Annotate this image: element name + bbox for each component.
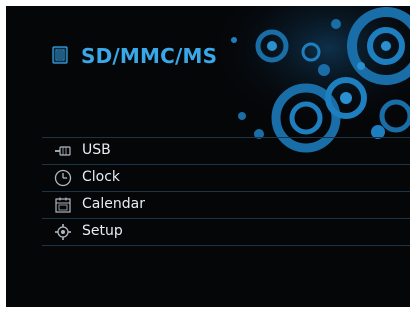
sd-card-icon xyxy=(52,46,68,64)
usb-icon xyxy=(55,146,71,156)
clock-icon xyxy=(54,169,72,187)
menu-item-clock[interactable]: Clock xyxy=(42,164,410,191)
menu-list: USB Clock Calendar Setup xyxy=(42,137,410,246)
device-screen: SD/MMC/MS USB Clock Calendar Setup xyxy=(6,6,410,307)
menu-item-label: Setup xyxy=(82,223,123,239)
menu-item-calendar[interactable]: Calendar xyxy=(42,191,410,218)
gear-icon xyxy=(55,224,71,240)
menu-item-label: USB xyxy=(82,142,111,158)
menu-item-label: Calendar xyxy=(82,196,145,212)
page-title: SD/MMC/MS xyxy=(81,44,218,68)
calendar-icon xyxy=(55,197,71,213)
menu-item-setup[interactable]: Setup xyxy=(42,218,410,246)
menu-item-usb[interactable]: USB xyxy=(42,137,410,164)
menu-item-label: Clock xyxy=(82,169,121,185)
